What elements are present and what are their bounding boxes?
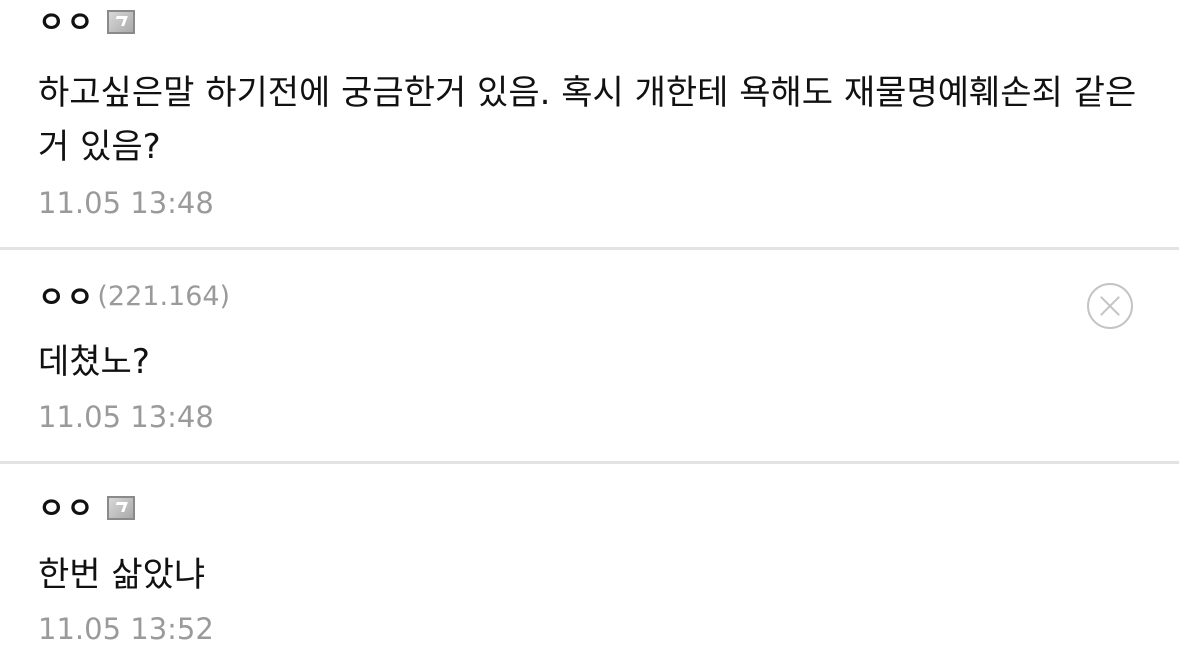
- comment-text: 데쳤노?: [38, 342, 150, 382]
- comment-author[interactable]: ㅇㅇ: [38, 4, 95, 40]
- comment-author[interactable]: ㅇㅇ: [38, 279, 95, 315]
- comment-item: ㅇㅇ 하고싶은말 하기전에 궁금한거 있음. 혹시 개한테 욕해도 재물명예훼손…: [0, 0, 1179, 248]
- comment-author-row: ㅇㅇ: [38, 490, 136, 526]
- comment-timestamp: 11.05 13:52: [38, 612, 214, 646]
- gallog-icon[interactable]: [107, 496, 136, 520]
- comment-timestamp: 11.05 13:48: [38, 186, 214, 220]
- comment-text: 한번 삶았냐: [38, 555, 206, 595]
- comment-ip: (221.164): [97, 281, 231, 312]
- comment-timestamp: 11.05 13:48: [38, 400, 214, 434]
- delete-comment-button[interactable]: [1087, 283, 1133, 329]
- comment-author-row: ㅇㅇ: [38, 4, 136, 40]
- comment-item: ㅇㅇ (221.164) 데쳤노? 11.05 13:48: [0, 250, 1179, 462]
- comment-author-row: ㅇㅇ (221.164): [38, 279, 230, 315]
- comment-item: ㅇㅇ 한번 삶았냐 11.05 13:52: [0, 464, 1179, 654]
- comment-text: 하고싶은말 하기전에 궁금한거 있음. 혹시 개한테 욕해도 재물명예훼손죄 같…: [38, 73, 1137, 167]
- comment-author[interactable]: ㅇㅇ: [38, 490, 95, 526]
- gallog-icon[interactable]: [107, 10, 136, 34]
